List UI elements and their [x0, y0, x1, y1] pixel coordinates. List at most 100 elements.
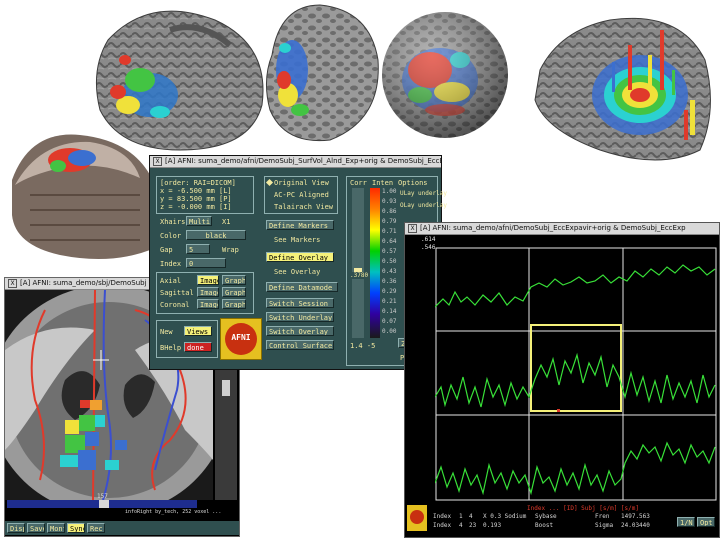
done-button[interactable]: done [184, 342, 212, 352]
olay-underlay-option[interactable]: OLay underlay [400, 202, 447, 210]
afni-controller-window[interactable]: X [A] AFNI: suma_demo/afni/DemoSubj_SurfV… [149, 155, 447, 370]
switch-session-button[interactable]: Switch Session [266, 298, 334, 308]
info-cell: 23 [469, 522, 477, 529]
brain-flat-render [534, 17, 711, 161]
inten-scale: 1.00 0.93 0.86 0.79 0.71 0.64 0.57 0.50 … [382, 188, 397, 338]
coronal-image-button[interactable]: Image [197, 299, 219, 309]
graph-afni-logo[interactable] [407, 505, 427, 531]
graph-opt-button[interactable]: Opt [697, 517, 715, 527]
bhelp-label[interactable]: BHelp [160, 344, 181, 352]
axial-label: Axial [160, 277, 182, 285]
inten-tick: 0.43 [382, 268, 397, 275]
views-button[interactable]: Views [184, 326, 212, 336]
close-icon[interactable]: X [408, 223, 417, 233]
coronal-graph-button[interactable]: Graph [222, 299, 246, 309]
sync-button[interactable]: Sync [67, 523, 85, 533]
intensity-colorbar[interactable] [370, 188, 380, 338]
define-overlay-button[interactable]: Define Overlay [266, 252, 334, 262]
info-cell: X 0.3 Sodium [483, 513, 527, 520]
inten-tick: 0.86 [382, 208, 397, 215]
axial-slider-thumb[interactable] [99, 500, 109, 508]
coord-z[interactable]: z = -0.000 mm [I] [160, 203, 232, 211]
inten-tick: 0.36 [382, 278, 397, 285]
axial-image-button[interactable]: Image [197, 275, 219, 285]
see-markers-checkbox[interactable]: See Markers [274, 236, 320, 244]
inten-tick: 0.07 [382, 318, 397, 325]
acpc-aligned-radio[interactable]: AC-PC Aligned [274, 191, 329, 199]
coronal-label: Coronal [160, 301, 190, 309]
info-cell: 1497.563 [621, 513, 650, 520]
see-overlay-checkbox[interactable]: See Overlay [274, 268, 320, 276]
rec-button[interactable]: Rec [87, 523, 105, 533]
afni-controller-titlebar[interactable]: X [A] AFNI: suma_demo/afni/DemoSubj_SurfV… [150, 156, 441, 168]
info-cell: Sybase [535, 513, 557, 520]
inten-tick: 0.21 [382, 298, 397, 305]
inten-tick: 1.00 [382, 188, 397, 195]
graph-top-value: .614 [421, 236, 436, 243]
info-cell: 4 [469, 513, 473, 520]
info-cell: Index [433, 513, 452, 520]
brain-volume-render [12, 134, 150, 259]
info-cell: Sigma [595, 522, 614, 529]
gap-select[interactable]: 5 [186, 244, 210, 254]
sagittal-label: Sagittal [160, 289, 194, 297]
close-icon[interactable]: X [8, 278, 17, 288]
index-field[interactable]: 0 [186, 258, 226, 268]
disp-button[interactable]: Disp [7, 523, 25, 533]
graph-window-title: [A] AFNI: suma_demo/afni/DemoSubj_EccExp… [420, 224, 686, 232]
x1-label[interactable]: X1 [222, 218, 230, 226]
wrap-checkbox[interactable]: Wrap [222, 246, 239, 254]
info-cell: 0.193 [483, 522, 502, 529]
graph-info-panel: Index ... [ID] Subj [s/m] [s/m] Index 1 … [431, 505, 701, 535]
info-cell: 1 [459, 513, 463, 520]
range-value: 1.4 -5 [350, 342, 376, 350]
brain-inflated-render [266, 4, 379, 142]
ulay-underlay-option[interactable]: ULay underlay [400, 190, 447, 198]
original-view-radio[interactable]: Original View [274, 179, 329, 187]
graph-1n-button[interactable]: 1/N [677, 517, 695, 527]
color-select[interactable]: black [186, 230, 246, 240]
axial-button-bar: Disp Save Mont Sync Rec [5, 521, 239, 535]
sagittal-graph-button[interactable]: Graph [222, 287, 246, 297]
axial-info-text: infoRight by_tech, 252 voxel ... [125, 509, 222, 515]
afni-logo-text: AFNI [231, 333, 251, 342]
afni-logo[interactable]: AFNI [220, 318, 262, 360]
threshold-slider[interactable] [352, 188, 364, 338]
xhairs-label: Xhairs [160, 218, 186, 226]
corr-label: Corr [350, 179, 367, 187]
inten-label: Inten [372, 179, 394, 187]
coord-y[interactable]: y = 83.500 mm [P] [160, 195, 232, 203]
sagittal-image-button[interactable]: Image [197, 287, 219, 297]
xhairs-select[interactable]: Multi [186, 216, 212, 226]
graph-window[interactable]: X [A] AFNI: suma_demo/afni/DemoSubj_EccEx… [404, 222, 720, 538]
mont-button[interactable]: Mont [47, 523, 65, 533]
info-cell: Index [433, 522, 452, 529]
switch-underlay-button[interactable]: Switch Underlay [266, 312, 334, 322]
info-status: Index ... [ID] Subj [s/m] [s/m] [527, 505, 639, 512]
info-cell: 4 [459, 522, 463, 529]
afni-controller-title: [A] AFNI: suma_demo/afni/DemoSubj_SurfVo… [165, 157, 441, 165]
coord-x[interactable]: x = -6.500 mm [L] [160, 187, 232, 195]
inten-tick: 0.29 [382, 288, 397, 295]
inten-tick: 0.79 [382, 218, 397, 225]
graph-left-value: .546 [421, 244, 436, 251]
info-cell: Boost [535, 522, 554, 529]
axial-graph-button[interactable]: Graph [222, 275, 246, 285]
timeseries-graph-grid[interactable] [435, 247, 717, 501]
switch-overlay-button[interactable]: Switch Overlay [266, 326, 334, 336]
options-label: Options [398, 179, 428, 187]
define-datamode-button[interactable]: Define Datamode [266, 282, 338, 292]
brain-medial-render [95, 10, 264, 151]
coord-order-label: [order: RAI=DICOM] [160, 179, 236, 187]
talairach-view-radio[interactable]: Talairach View [274, 203, 333, 211]
define-markers-button[interactable]: Define Markers [266, 220, 334, 230]
axial-viewer-title: [A] AFNI: suma_demo/sbj/DemoSubj [20, 279, 147, 287]
axial-slider-track[interactable] [7, 500, 197, 508]
color-label: Color [160, 232, 182, 240]
save-button[interactable]: Save [27, 523, 45, 533]
inten-tick: 0.71 [382, 228, 397, 235]
axial-slider-value: 157 [97, 493, 108, 500]
close-icon[interactable]: X [153, 156, 162, 166]
graph-window-titlebar[interactable]: X [A] AFNI: suma_demo/afni/DemoSubj_EccEx… [405, 223, 719, 235]
control-surface-button[interactable]: Control Surface [266, 340, 334, 350]
